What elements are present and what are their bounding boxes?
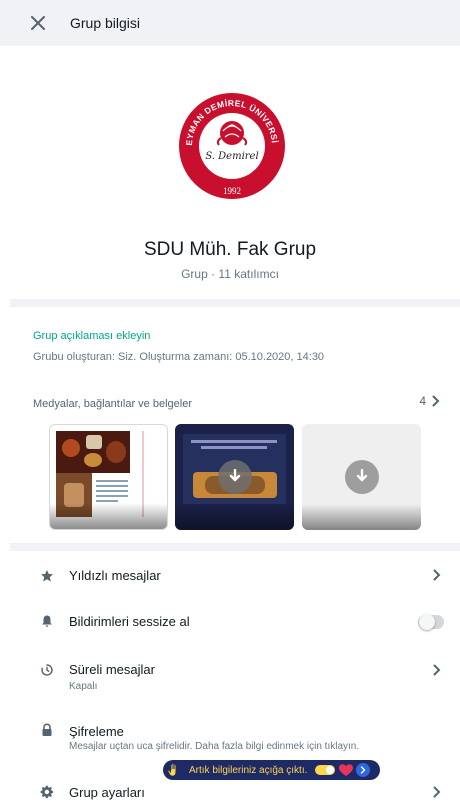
media-thumbnail[interactable]: [49, 424, 168, 530]
close-icon: [31, 16, 45, 30]
group-avatar[interactable]: SÜLEYMAN DEMİREL ÜNİVERSİTESİ 1992 S. De…: [174, 83, 287, 201]
mute-notifications-toggle[interactable]: [418, 614, 444, 630]
media-section-title: Medyalar, bağlantılar ve belgeler: [33, 398, 192, 410]
disappearing-messages-label: Süreli mesajlar: [69, 662, 155, 677]
group-settings-item[interactable]: Grup ayarları: [10, 777, 460, 802]
starred-messages-item[interactable]: Yıldızlı mesajlar: [10, 559, 460, 605]
gear-icon: [40, 785, 54, 799]
timer-icon: [41, 664, 53, 676]
banner-toggle[interactable]: [315, 765, 336, 775]
group-profile: SÜLEYMAN DEMİREL ÜNİVERSİTESİ 1992 S. De…: [0, 46, 460, 299]
logo-signature: S. Demirel: [205, 151, 258, 162]
download-button[interactable]: [217, 460, 252, 494]
thumbnail-photo: [56, 431, 130, 473]
section-divider: [10, 299, 460, 307]
group-created-info: Grubu oluşturan: Siz. Oluşturma zamanı: …: [33, 351, 325, 363]
group-settings-label: Grup ayarları: [69, 785, 145, 800]
media-count: 4: [419, 394, 426, 408]
chevron-right-icon: [433, 786, 441, 798]
chevron-right-icon: [433, 569, 441, 581]
chevron-right-icon: [433, 664, 441, 676]
toggle-knob: [419, 614, 435, 630]
disappearing-messages-item[interactable]: Süreli mesajlar Kapalı: [10, 655, 460, 709]
download-icon: [356, 469, 367, 482]
media-thumbnail[interactable]: [175, 424, 294, 530]
group-name[interactable]: SDU Müh. Fak Grup: [0, 239, 460, 261]
encryption-label: Şifreleme: [69, 724, 124, 739]
media-see-all-button[interactable]: 4: [419, 394, 440, 408]
starred-messages-label: Yıldızlı mesajlar: [69, 568, 161, 583]
mute-notifications-item[interactable]: Bildirimleri sessize al: [10, 607, 460, 653]
bell-icon: [42, 615, 52, 627]
banner-next-button[interactable]: [356, 763, 371, 777]
lock-icon: [42, 723, 52, 736]
university-logo: SÜLEYMAN DEMİREL ÜNİVERSİTESİ 1992 S. De…: [174, 83, 285, 199]
download-icon: [229, 469, 240, 482]
heart-icon: [339, 764, 354, 776]
encryption-description: Mesajlar uçtan uca şifrelidir. Daha fazl…: [69, 741, 360, 752]
logo-year: 1992: [223, 186, 241, 196]
close-button[interactable]: [24, 9, 52, 37]
hand-icon: [165, 761, 183, 779]
section-divider: [10, 543, 460, 551]
chevron-right-icon: [361, 766, 366, 774]
download-button[interactable]: [344, 460, 379, 494]
add-description-link[interactable]: Grup açıklaması ekleyin: [33, 330, 150, 342]
mute-notifications-label: Bildirimleri sessize al: [69, 614, 190, 629]
chevron-right-icon: [432, 395, 440, 407]
media-thumbnail[interactable]: [302, 424, 421, 530]
banner-text: Artık bilgileriniz açığa çıktı.: [189, 764, 308, 776]
header-bar: Grup bilgisi: [0, 0, 460, 46]
media-section: Medyalar, bağlantılar ve belgeler 4: [10, 381, 460, 541]
group-participants: Grup · 11 katılımcı: [181, 267, 279, 281]
star-icon: [41, 570, 53, 582]
page-title: Grup bilgisi: [70, 15, 141, 31]
encryption-item[interactable]: Şifreleme Mesajlar uçtan uca şifrelidir.…: [10, 717, 460, 761]
disappearing-messages-status: Kapalı: [69, 681, 98, 692]
privacy-banner[interactable]: Artık bilgileriniz açığa çıktı.: [163, 760, 380, 780]
